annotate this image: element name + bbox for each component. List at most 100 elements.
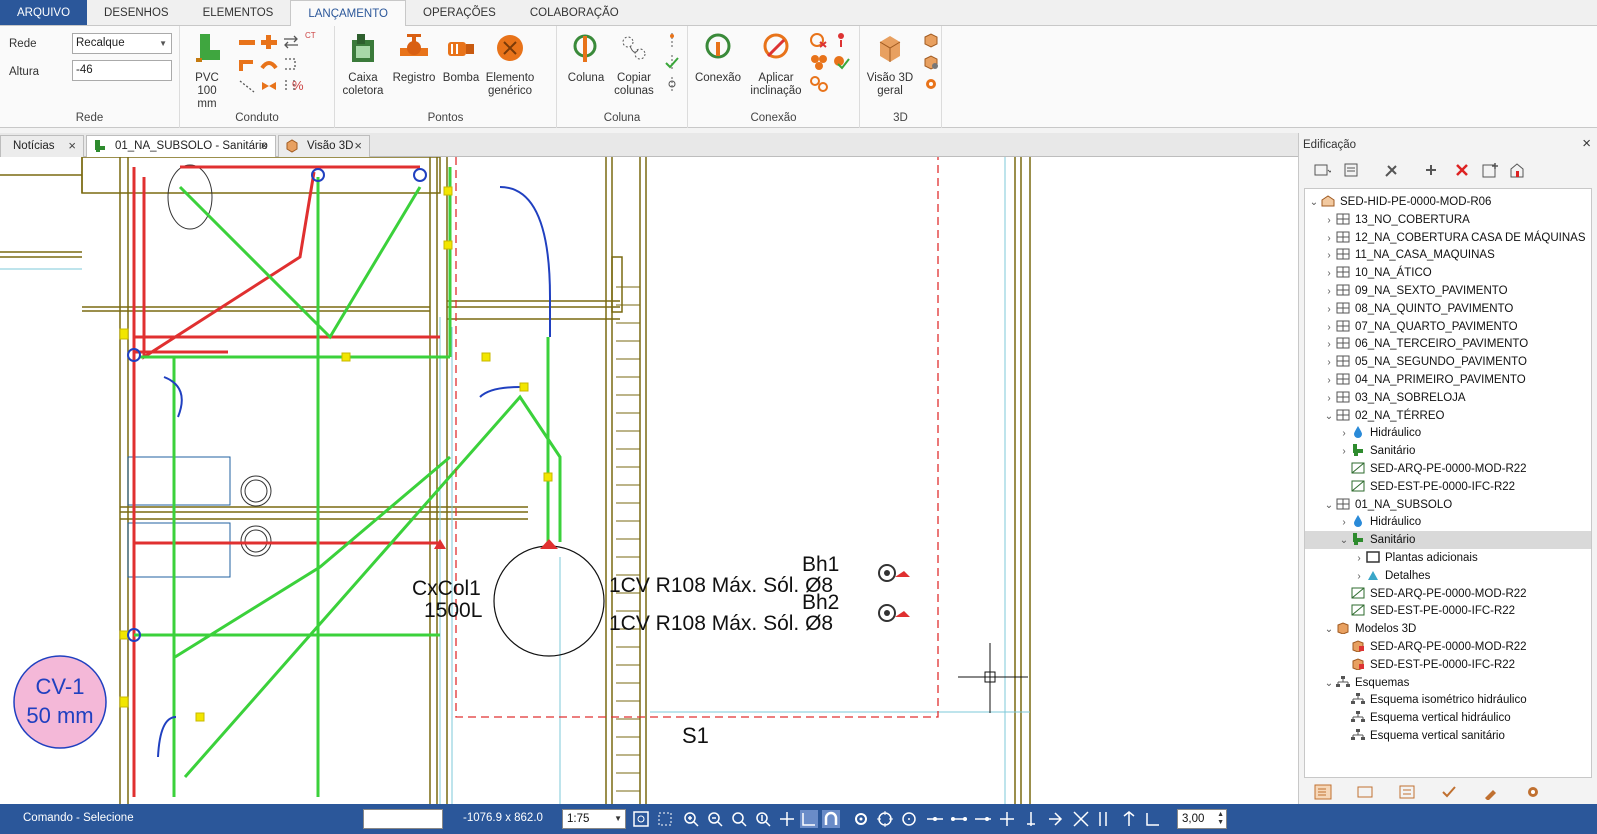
- building-icon[interactable]: [1509, 162, 1527, 178]
- tree-node[interactable]: › Plantas adicionais: [1305, 549, 1591, 567]
- add-icon[interactable]: [1423, 162, 1441, 178]
- registro-button[interactable]: Registro: [391, 32, 437, 85]
- snap-extension-icon[interactable]: [1072, 810, 1090, 828]
- chevron-right-icon[interactable]: ›: [1322, 247, 1336, 265]
- column-check-icon[interactable]: [663, 54, 681, 70]
- tree-node[interactable]: SED-ARQ-PE-0000-MOD-R22: [1305, 638, 1591, 656]
- gear-icon[interactable]: [852, 810, 870, 828]
- snap-perpendicular-icon[interactable]: [1022, 810, 1040, 828]
- chevron-right-icon[interactable]: ›: [1337, 443, 1351, 461]
- copiar-colunas-button[interactable]: Copiar colunas: [611, 32, 657, 98]
- tree-node[interactable]: ⌄ SED-HID-PE-0000-MOD-R06: [1305, 193, 1591, 211]
- chevron-down-icon[interactable]: ⌄: [1307, 194, 1321, 212]
- tab-colaboracao[interactable]: COLABORAÇÃO: [513, 0, 636, 25]
- zoom-in-icon[interactable]: [682, 810, 700, 828]
- connection-warning-icon[interactable]: [832, 32, 850, 48]
- reducer-icon[interactable]: [260, 78, 278, 94]
- percent-label[interactable]: %: [292, 78, 304, 93]
- tree-view-icon[interactable]: [1314, 784, 1332, 800]
- doc-tab-visao-3d[interactable]: Visão 3D ×: [278, 135, 370, 157]
- drawing-canvas[interactable]: CxCol1 1500L Bh1 Bh2 1CV R108 Máx. Sól. …: [0, 157, 1298, 804]
- chevron-right-icon[interactable]: ›: [1322, 336, 1336, 354]
- chevron-right-icon[interactable]: ›: [1337, 514, 1351, 532]
- tree-node[interactable]: ⌄ Modelos 3D: [1305, 620, 1591, 638]
- zoom-previous-icon[interactable]: [730, 810, 748, 828]
- chevron-right-icon[interactable]: ›: [1322, 319, 1336, 337]
- close-icon[interactable]: ×: [68, 136, 76, 156]
- zoom-out-icon[interactable]: [706, 810, 724, 828]
- curve-pipe-icon[interactable]: [260, 56, 278, 72]
- magnet-icon[interactable]: [822, 810, 840, 828]
- tree-node[interactable]: › 11_NA_CASA_MAQUINAS: [1305, 246, 1591, 264]
- floor-plan-drawing[interactable]: CxCol1 1500L Bh1 Bh2 1CV R108 Máx. Sól. …: [0, 157, 1298, 804]
- slope-icon[interactable]: [238, 78, 256, 94]
- coluna-button[interactable]: Coluna: [565, 32, 607, 85]
- straight-pipe-icon[interactable]: [238, 34, 256, 50]
- column-info-icon[interactable]: [663, 32, 681, 48]
- tree-node[interactable]: › 03_NA_SOBRELOJA: [1305, 389, 1591, 407]
- step-input[interactable]: 3,00 ▲ ▼: [1177, 809, 1227, 829]
- tee-icon[interactable]: [260, 34, 278, 50]
- tab-arquivo[interactable]: ARQUIVO: [0, 0, 88, 25]
- snap-quadrant-icon[interactable]: [1120, 810, 1138, 828]
- tree-node[interactable]: SED-EST-PE-0000-IFC-R22: [1305, 602, 1591, 620]
- tree-node[interactable]: › Hidráulico: [1305, 424, 1591, 442]
- column-list-icon[interactable]: [663, 76, 681, 92]
- tree-node[interactable]: › Detalhes: [1305, 567, 1591, 585]
- tree-node[interactable]: › 12_NA_COBERTURA CASA DE MÁQUINAS: [1305, 229, 1591, 247]
- ct-label[interactable]: CT: [305, 31, 316, 40]
- building-tree[interactable]: ⌄ SED-HID-PE-0000-MOD-R06 › 13_NO_COBERTURA…: [1304, 188, 1592, 778]
- checklist-icon[interactable]: [1440, 784, 1458, 800]
- tree-node[interactable]: ⌄ 01_NA_SUBSOLO: [1305, 496, 1591, 514]
- snap-nearest-icon[interactable]: [974, 810, 992, 828]
- tree-node[interactable]: ⌄ 02_NA_TÉRREO: [1305, 407, 1591, 425]
- swap-arrows-icon[interactable]: [282, 34, 300, 50]
- pan-icon[interactable]: [778, 810, 796, 828]
- doc-tab-subsolo-sanitario[interactable]: 01_NA_SUBSOLO - Sanitário ×: [86, 135, 276, 157]
- tree-node[interactable]: SED-EST-PE-0000-IFC-R22: [1305, 478, 1591, 496]
- close-icon[interactable]: ×: [354, 136, 362, 156]
- chevron-right-icon[interactable]: ›: [1322, 283, 1336, 301]
- snap-tangent-icon[interactable]: [1046, 810, 1064, 828]
- caixa-coletora-button[interactable]: Caixa coletora: [341, 32, 385, 98]
- doc-tab-noticias[interactable]: Notícias ×: [0, 135, 84, 157]
- tree-node[interactable]: ⌄ Sanitário: [1305, 531, 1591, 550]
- snap-center-icon[interactable]: [876, 810, 894, 828]
- chevron-right-icon[interactable]: ›: [1322, 372, 1336, 390]
- close-icon[interactable]: ×: [260, 136, 268, 156]
- snap-circle-icon[interactable]: [900, 810, 918, 828]
- chevron-down-icon[interactable]: ⌄: [1322, 621, 1336, 639]
- altura-input[interactable]: -46: [72, 60, 172, 81]
- close-icon[interactable]: ×: [1582, 135, 1591, 152]
- chevron-down-icon[interactable]: ⌄: [1322, 497, 1336, 515]
- visao-3d-geral-button[interactable]: Visão 3D geral: [866, 32, 914, 98]
- layers-icon[interactable]: [1356, 784, 1374, 800]
- tree-node[interactable]: SED-EST-PE-0000-IFC-R22: [1305, 656, 1591, 674]
- chevron-right-icon[interactable]: ›: [1337, 425, 1351, 443]
- chevron-right-icon[interactable]: ›: [1322, 390, 1336, 408]
- tree-node[interactable]: › 09_NA_SEXTO_PAVIMENTO: [1305, 282, 1591, 300]
- aplicar-inclinacao-button[interactable]: Aplicar inclinação: [748, 32, 804, 98]
- add-floor-icon[interactable]: [1481, 162, 1499, 178]
- tree-node[interactable]: › 08_NA_QUINTO_PAVIMENTO: [1305, 300, 1591, 318]
- tree-node[interactable]: SED-ARQ-PE-0000-MOD-R22: [1305, 460, 1591, 478]
- delete-icon[interactable]: [1453, 162, 1471, 178]
- connection-cluster-icon[interactable]: [810, 76, 828, 92]
- chevron-down-icon[interactable]: ⌄: [1322, 408, 1336, 426]
- tree-node[interactable]: › 06_NA_TERCEIRO_PAVIMENTO: [1305, 335, 1591, 353]
- delete-connection-icon[interactable]: [810, 32, 828, 48]
- snap-parallel-icon[interactable]: [1096, 810, 1114, 828]
- tree-node[interactable]: › 05_NA_SEGUNDO_PAVIMENTO: [1305, 353, 1591, 371]
- tree-node[interactable]: SED-ARQ-PE-0000-MOD-R22: [1305, 585, 1591, 603]
- tree-node[interactable]: › 07_NA_QUARTO_PAVIMENTO: [1305, 318, 1591, 336]
- pvc-pipe-button[interactable]: PVC 100 mm: [186, 32, 228, 111]
- tree-node[interactable]: › 04_NA_PRIMEIRO_PAVIMENTO: [1305, 371, 1591, 389]
- tab-lancamento[interactable]: LANÇAMENTO: [290, 0, 406, 27]
- chevron-down-icon[interactable]: ⌄: [1337, 532, 1351, 550]
- chevron-down-icon[interactable]: ⌄: [1322, 675, 1336, 693]
- tree-node[interactable]: › 13_NO_COBERTURA: [1305, 211, 1591, 229]
- tree-node[interactable]: ⌄ Esquemas: [1305, 674, 1591, 692]
- tab-desenhos[interactable]: DESENHOS: [87, 0, 186, 25]
- tools-icon[interactable]: [1383, 162, 1401, 178]
- tab-operacoes[interactable]: OPERAÇÕES: [406, 0, 513, 25]
